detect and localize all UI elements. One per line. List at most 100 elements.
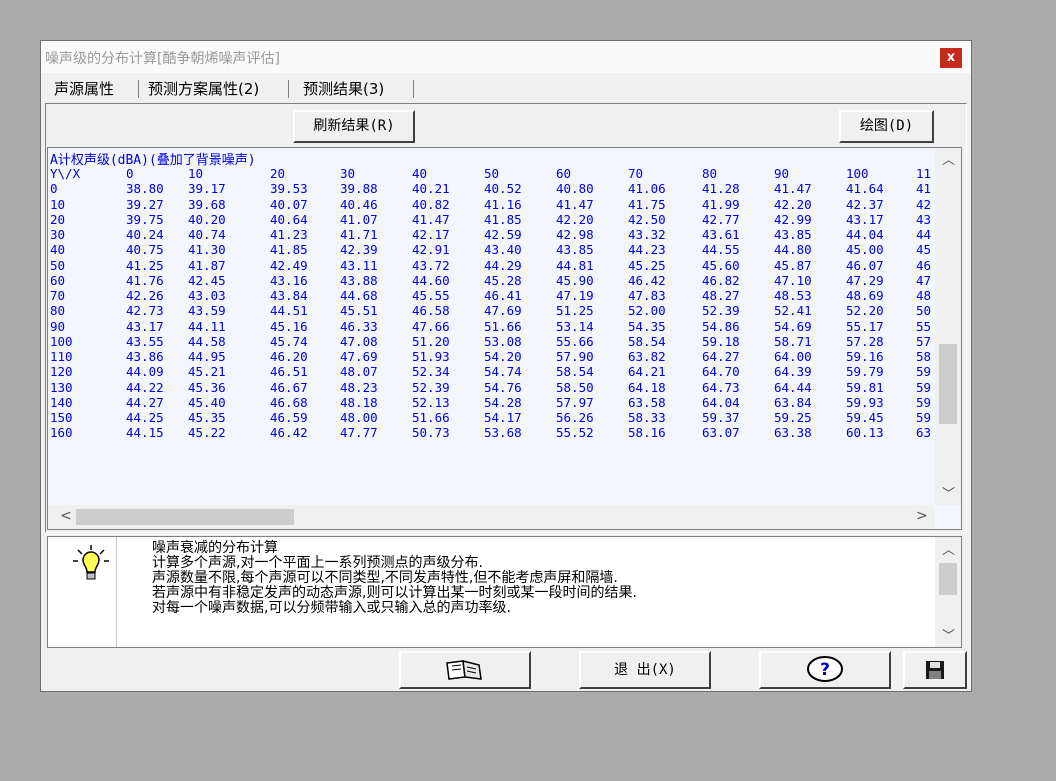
table-cell: 45.35 — [188, 410, 226, 425]
table-cell: 43.17 — [126, 318, 164, 334]
table-cell: 40.52 — [484, 181, 522, 197]
svg-text:?: ? — [820, 660, 830, 680]
table-cell: 39.27 — [126, 196, 164, 212]
table-cell: 41.28 — [702, 181, 740, 197]
help-button[interactable]: ? — [759, 651, 891, 689]
table-cell: 48.27 — [702, 288, 740, 303]
table-cell: 46.67 — [270, 379, 308, 395]
scroll-right-arrow-icon[interactable]: > — [916, 508, 928, 524]
refresh-results-button[interactable]: 刷新结果(R) — [293, 110, 415, 143]
table-cell: 52.39 — [702, 303, 740, 319]
save-button[interactable] — [903, 651, 967, 689]
table-cell: 42.37 — [846, 196, 884, 212]
table-cell: 43.86 — [126, 349, 164, 364]
table-cell: 44.68 — [340, 288, 378, 303]
y-header: 80 — [50, 303, 66, 319]
table-cell: 51.93 — [412, 349, 450, 364]
table-cell: 42.50 — [628, 211, 666, 227]
table-cell: 44.15 — [126, 425, 164, 441]
table-cell: 44.80 — [774, 242, 812, 258]
table-cell: 39.53 — [270, 181, 308, 197]
plot-button[interactable]: 绘图(D) — [839, 110, 934, 143]
horizontal-scrollbar[interactable]: < > — [48, 505, 935, 529]
table-cell: 57.28 — [846, 333, 884, 349]
table-cell: 48.00 — [340, 410, 378, 425]
table-cell: 58.50 — [556, 379, 594, 395]
table-cell: 60.13 — [846, 425, 884, 441]
table-cell: 54.86 — [702, 318, 740, 334]
help-line: 噪声衰减的分布计算 — [152, 540, 278, 556]
table-cell: 41.85 — [484, 211, 522, 227]
table-cell: 43.32 — [628, 227, 666, 242]
table-cell: 46.68 — [270, 394, 308, 410]
table-cell: 53.08 — [484, 333, 522, 349]
y-header: 40 — [50, 242, 66, 258]
scroll-down-arrow-icon[interactable]: ﹀ — [942, 483, 955, 502]
book-icon — [446, 660, 482, 680]
table-cell: 63.84 — [774, 394, 812, 410]
table-cell: 41.47 — [774, 181, 812, 197]
scroll-left-arrow-icon[interactable]: < — [60, 508, 72, 524]
vertical-scrollbar[interactable]: ︿ ﹀ — [935, 148, 961, 505]
table-cell: 44.95 — [188, 349, 226, 364]
x-header: 40 — [412, 166, 428, 181]
y-header: 50 — [50, 257, 66, 273]
close-button[interactable]: x — [940, 48, 962, 68]
help-scroll-up-icon[interactable]: ︿ — [942, 539, 955, 558]
floppy-disk-icon — [926, 661, 944, 679]
table-cell: 55.17 — [846, 318, 884, 334]
table-cell: 48.23 — [340, 379, 378, 395]
exit-button[interactable]: 退 出(X) — [579, 651, 711, 689]
help-scrollbar[interactable]: ︿ ﹀ — [935, 537, 961, 647]
tab-source-properties[interactable]: 声源属性 — [54, 76, 114, 102]
scroll-up-arrow-icon[interactable]: ︿ — [942, 149, 955, 168]
horizontal-scroll-thumb[interactable] — [76, 509, 294, 525]
table-cell: 46.07 — [846, 257, 884, 273]
table-cell: 44.27 — [126, 394, 164, 410]
help-scroll-thumb[interactable] — [939, 563, 957, 595]
table-cell: 40.75 — [126, 242, 164, 258]
table-cell: 46.51 — [270, 364, 308, 380]
y-header: 70 — [50, 288, 66, 303]
open-book-button[interactable] — [399, 651, 531, 689]
tab-prediction-results[interactable]: 预测结果(3) — [297, 76, 391, 102]
table-cell: 47.66 — [412, 318, 450, 334]
tab-scheme-properties[interactable]: 预测方案属性(2) — [148, 76, 259, 102]
table-cell: 56.26 — [556, 410, 594, 425]
table-cell: 52.34 — [412, 364, 450, 380]
table-cell: 44.11 — [188, 318, 226, 334]
table-cell: 46.41 — [484, 288, 522, 303]
table-cell: 42.20 — [774, 196, 812, 212]
help-text: 噪声衰减的分布计算 计算多个声源,对一个平面上一系列预测点的声级分布. 声源数量… — [152, 541, 637, 616]
table-cell: 47.69 — [484, 303, 522, 319]
table-cell: 63.58 — [628, 394, 666, 410]
table-cell: 47 — [916, 272, 932, 288]
table-cell: 53.14 — [556, 318, 594, 334]
table-cell: 40.82 — [412, 196, 450, 212]
table-cell: 40.20 — [188, 211, 226, 227]
help-scroll-down-icon[interactable]: ﹀ — [942, 625, 955, 644]
table-cell: 44.58 — [188, 333, 226, 349]
table-cell: 46 — [916, 257, 932, 273]
table-cell: 43.61 — [702, 227, 740, 242]
y-header: 160 — [50, 425, 73, 441]
help-divider — [116, 537, 117, 647]
results-list[interactable]: A计权声级(dBA)(叠加了背景噪声) Y\/X 0 10 20 30 40 50 60 70 8… — [47, 147, 962, 530]
table-cell: 48 — [916, 288, 932, 303]
table-cell: 54.69 — [774, 318, 812, 334]
table-cell: 47.19 — [556, 288, 594, 303]
x-header: 11 — [916, 166, 932, 181]
table-cell: 41.47 — [412, 211, 450, 227]
main-window: 噪声级的分布计算[酷争朝烯噪声评估] x 声源属性 预测方案属性(2) 预测结果… — [40, 40, 972, 692]
table-cell: 41.85 — [270, 242, 308, 258]
table-cell: 54.35 — [628, 318, 666, 334]
table-cell: 59.79 — [846, 364, 884, 380]
table-cell: 58.54 — [556, 364, 594, 380]
table-cell: 55.52 — [556, 425, 594, 441]
table-cell: 41 — [916, 181, 932, 197]
y-header: 60 — [50, 272, 66, 288]
table-cell: 45.74 — [270, 333, 308, 349]
vertical-scroll-thumb[interactable] — [939, 344, 957, 424]
table-cell: 59 — [916, 410, 932, 425]
table-cell: 63.07 — [702, 425, 740, 441]
